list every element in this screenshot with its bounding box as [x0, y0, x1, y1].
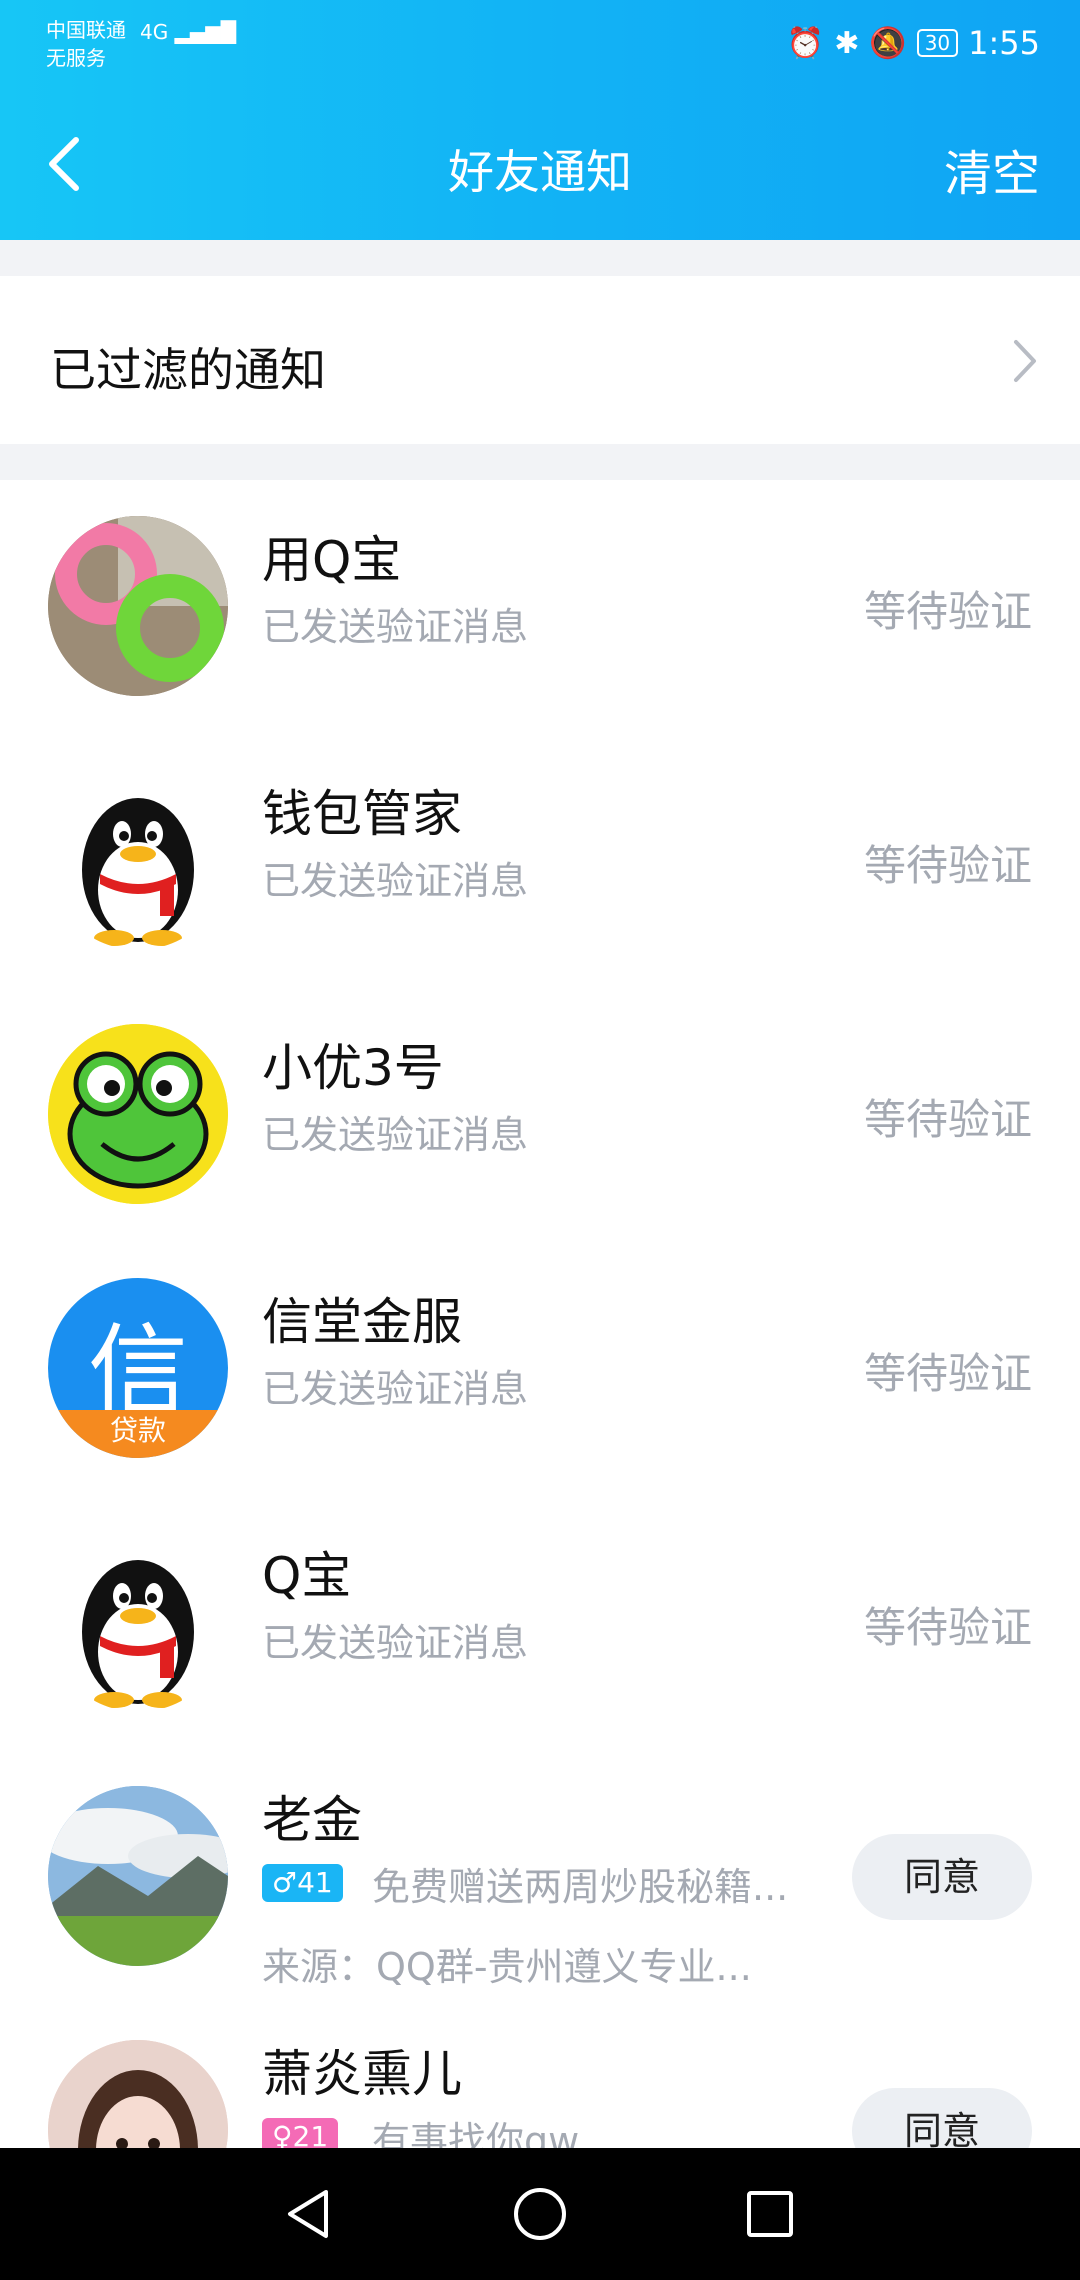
avatar[interactable]: [48, 516, 228, 696]
nav-home-icon[interactable]: [510, 2184, 570, 2244]
penguin-avatar: [82, 1560, 194, 1708]
chevron-right-icon: [1014, 340, 1036, 382]
system-navigation-bar: [0, 2148, 1080, 2280]
list-item[interactable]: 信 贷款 信堂金服 已发送验证消息 等待验证: [0, 1242, 1080, 1496]
avatar-band: 贷款: [48, 1410, 228, 1458]
section-divider: [0, 240, 1080, 276]
list-item[interactable]: Q宝 已发送验证消息 等待验证: [0, 1496, 1080, 1750]
request-status-text: 已发送验证消息: [262, 1113, 529, 1157]
section-divider: [0, 444, 1080, 480]
contact-name: Q宝: [262, 1547, 352, 1605]
nav-recents-icon[interactable]: [740, 2184, 800, 2244]
avatar[interactable]: [48, 1532, 228, 1712]
alarm-icon: ⏰: [786, 25, 825, 61]
avatar[interactable]: [48, 1024, 228, 1204]
avatar-caption: 贷款: [109, 1414, 166, 1447]
girl-avatar: [48, 2040, 228, 2148]
gender-age-badge: ♀21: [262, 2118, 339, 2148]
avatar[interactable]: 信 贷款: [48, 1278, 228, 1458]
status-time: 1:55: [968, 24, 1040, 62]
request-status-text: 已发送验证消息: [262, 1621, 529, 1665]
service-status: 无服务: [46, 46, 106, 70]
list-item[interactable]: 萧炎熏儿 ♀21 有事找你qw 同意: [0, 2004, 1080, 2148]
request-message: 有事找你qw: [372, 2119, 580, 2148]
status-icons: ⏰ ✱ 🔕 30 1:55: [787, 24, 1040, 62]
gender-age-badge: ♂41: [262, 1864, 343, 1902]
pink-green-rings-avatar: [48, 516, 228, 696]
header-bar: 中国联通 无服务 4G ▂▄▆█ ⏰ ✱ 🔕 30 1:55 好友通知 清空: [0, 0, 1080, 240]
list-item[interactable]: 用Q宝 已发送验证消息 等待验证: [0, 480, 1080, 734]
contact-name: 信堂金服: [262, 1293, 462, 1351]
mountain-avatar: [48, 1786, 228, 1966]
filtered-notifications-row[interactable]: 已过滤的通知: [0, 276, 1080, 444]
agree-button[interactable]: 同意: [852, 1834, 1032, 1920]
contact-name: 老金: [262, 1791, 362, 1849]
contact-name: 钱包管家: [262, 785, 462, 843]
status-carrier: 中国联通 无服务: [46, 16, 126, 72]
request-status-text: 已发送验证消息: [262, 859, 529, 903]
contact-name: 用Q宝: [262, 531, 402, 589]
penguin-avatar: [82, 798, 194, 946]
clear-button[interactable]: 清空: [944, 134, 1040, 204]
network-type: 4G: [140, 20, 169, 44]
avatar[interactable]: [48, 770, 228, 950]
pending-status: 等待验证: [863, 1349, 1032, 1398]
list-item[interactable]: 小优3号 已发送验证消息 等待验证: [0, 988, 1080, 1242]
contact-name: 小优3号: [262, 1039, 444, 1097]
mute-icon: 🔕: [869, 25, 907, 61]
carrier-name: 中国联通: [46, 18, 126, 42]
pending-status: 等待验证: [863, 841, 1032, 890]
xin-loan-avatar: 信 贷款: [48, 1278, 228, 1458]
pending-status: 等待验证: [863, 587, 1032, 636]
list-item[interactable]: 老金 ♂41 免费赠送两周炒股秘籍... 来源：QQ群-贵州遵义专业... 同意: [0, 1750, 1080, 2004]
contact-name: 萧炎熏儿: [262, 2045, 462, 2103]
bluetooth-icon: ✱: [834, 25, 860, 61]
request-message: 免费赠送两周炒股秘籍...: [372, 1865, 789, 1909]
request-status-text: 已发送验证消息: [262, 605, 529, 649]
signal-icon: 4G ▂▄▆█: [140, 20, 237, 44]
pending-status: 等待验证: [863, 1603, 1032, 1652]
avatar[interactable]: [48, 1786, 228, 1966]
frog-avatar: [48, 1024, 228, 1204]
request-source: 来源：QQ群-贵州遵义专业...: [262, 1945, 752, 1989]
pending-status: 等待验证: [863, 1095, 1032, 1144]
agree-button[interactable]: 同意: [852, 2088, 1032, 2148]
list-item[interactable]: 钱包管家 已发送验证消息 等待验证: [0, 734, 1080, 988]
page-title: 好友通知: [448, 145, 632, 199]
nav-back-icon[interactable]: [280, 2184, 340, 2244]
avatar[interactable]: [48, 2040, 228, 2148]
battery-icon: 30: [916, 29, 959, 57]
filtered-label: 已过滤的通知: [50, 343, 326, 397]
request-status-text: 已发送验证消息: [262, 1367, 529, 1411]
